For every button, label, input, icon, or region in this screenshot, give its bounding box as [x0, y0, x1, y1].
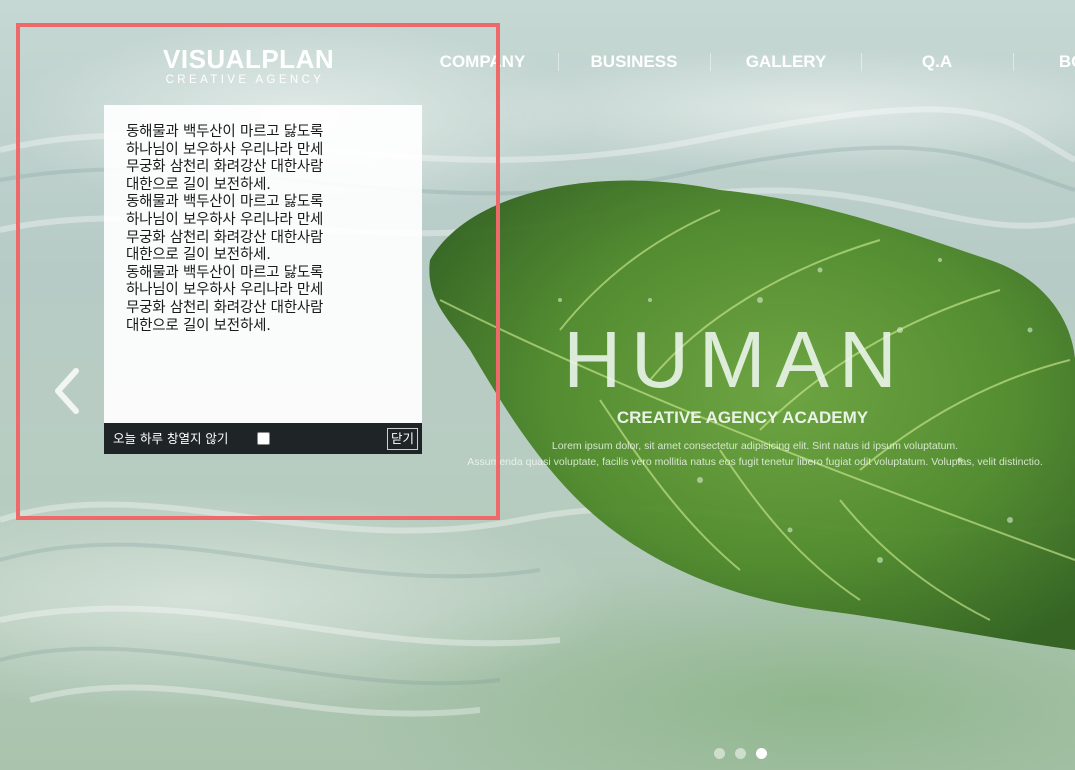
- nav-item-business[interactable]: BUSINESS: [558, 52, 710, 72]
- popup-content: 동해물과 백두산이 마르고 닳도록 하나님이 보우하사 우리나라 만세 무궁화 …: [126, 124, 324, 334]
- main-nav: COMPANY BUSINESS GALLERY Q.A BOARD: [405, 52, 1075, 72]
- popup-close-button[interactable]: 닫기: [386, 428, 418, 450]
- hero-description-line: Assumenda quasi voluptate, facilis vero …: [467, 456, 1043, 468]
- nav-item-gallery[interactable]: GALLERY: [710, 52, 862, 72]
- logo-title: VISUALPLAN: [163, 44, 335, 74]
- chevron-left-icon[interactable]: [52, 368, 82, 414]
- slider-dot[interactable]: [714, 748, 725, 759]
- notice-popup: 동해물과 백두산이 마르고 닳도록 하나님이 보우하사 우리나라 만세 무궁화 …: [104, 105, 422, 454]
- nav-item-qa[interactable]: Q.A: [861, 52, 1013, 72]
- hero-title: HUMAN: [563, 315, 907, 404]
- dont-show-today-checkbox[interactable]: [257, 432, 270, 445]
- site-logo[interactable]: VISUALPLAN CREATIVE AGENCY: [163, 44, 335, 87]
- nav-item-board[interactable]: BOARD: [1014, 52, 1075, 72]
- popup-footer: 오늘 하루 창열지 않기 닫기: [104, 423, 422, 454]
- hero-description: Lorem ipsum dolor, sit amet consectetur …: [380, 438, 1075, 470]
- hero-subtitle: CREATIVE AGENCY ACADEMY: [616, 408, 869, 427]
- slider-dot[interactable]: [735, 748, 746, 759]
- logo-subtitle: CREATIVE AGENCY: [165, 74, 325, 86]
- slider-dot-active[interactable]: [756, 748, 767, 759]
- nav-item-company[interactable]: COMPANY: [405, 52, 560, 72]
- hero-description-line: Lorem ipsum dolor, sit amet consectetur …: [551, 440, 959, 452]
- dont-show-today-label: 오늘 하루 창열지 않기: [113, 431, 229, 446]
- slider-pagination: [714, 748, 767, 759]
